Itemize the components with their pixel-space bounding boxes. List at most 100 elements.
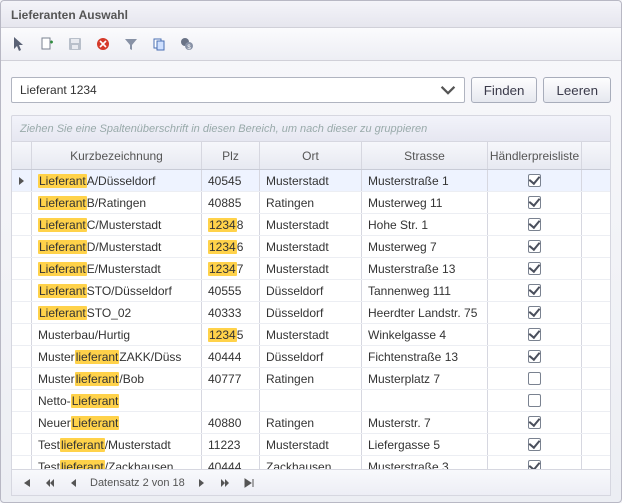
pager-last-icon[interactable] — [241, 475, 257, 491]
table-row[interactable]: Lieferant D/Musterstadt12346MusterstadtM… — [12, 236, 610, 258]
checkbox-icon[interactable] — [528, 262, 541, 275]
pager-text: Datensatz 2 von 18 — [90, 477, 185, 489]
cell-str: Tannenweg 111 — [362, 280, 488, 301]
checkbox-icon[interactable] — [528, 350, 541, 363]
cell-hp[interactable] — [488, 236, 582, 257]
find-button[interactable]: Finden — [471, 77, 538, 103]
col-header-plz[interactable]: Plz — [202, 142, 260, 169]
checkbox-icon[interactable] — [528, 218, 541, 231]
cell-ort: Ratingen — [260, 412, 362, 433]
toolbar: $ — [1, 28, 621, 61]
cell-plz: 40444 — [202, 346, 260, 367]
table-row[interactable]: Testlieferant/Zackhausen40444ZackhausenM… — [12, 456, 610, 469]
cell-ort: Düsseldorf — [260, 346, 362, 367]
checkbox-icon[interactable] — [528, 328, 541, 341]
cell-ort: Musterstadt — [260, 214, 362, 235]
cell-hp[interactable] — [488, 390, 582, 411]
col-header-hp[interactable]: Händlerpreisliste — [488, 142, 582, 169]
window-title: Lieferanten Auswahl — [1, 1, 621, 28]
cell-hp[interactable] — [488, 346, 582, 367]
cell-plz: 40885 — [202, 192, 260, 213]
cell-hp[interactable] — [488, 456, 582, 469]
row-indicator — [12, 346, 32, 367]
cell-plz: 12347 — [202, 258, 260, 279]
filter-icon[interactable] — [119, 32, 143, 56]
pointer-icon[interactable] — [7, 32, 31, 56]
checkbox-icon[interactable] — [528, 240, 541, 253]
cell-pad — [582, 192, 610, 213]
cell-ort: Ratingen — [260, 192, 362, 213]
cell-hp[interactable] — [488, 434, 582, 455]
pager-next-icon[interactable] — [193, 475, 209, 491]
cell-name: Neuer Lieferant — [32, 412, 202, 433]
table-row[interactable]: Musterlieferant/Bob40777RatingenMusterpl… — [12, 368, 610, 390]
cell-hp[interactable] — [488, 170, 582, 191]
grid-body[interactable]: Lieferant A/Düsseldorf40545MusterstadtMu… — [12, 170, 610, 469]
checkbox-icon[interactable] — [528, 196, 541, 209]
cell-hp[interactable] — [488, 258, 582, 279]
cell-hp[interactable] — [488, 280, 582, 301]
new-icon[interactable] — [35, 32, 59, 56]
table-row[interactable]: Lieferant C/Musterstadt12348MusterstadtH… — [12, 214, 610, 236]
checkbox-icon[interactable] — [528, 394, 541, 407]
checkbox-icon[interactable] — [528, 174, 541, 187]
cell-hp[interactable] — [488, 324, 582, 345]
search-input[interactable]: Lieferant 1234 — [11, 77, 465, 103]
cell-name: Testlieferant/Zackhausen — [32, 456, 202, 469]
checkbox-icon[interactable] — [528, 306, 541, 319]
pager-prevpage-icon[interactable] — [42, 475, 58, 491]
cell-name: Lieferant STO_02 — [32, 302, 202, 323]
checkbox-icon[interactable] — [528, 416, 541, 429]
search-value: Lieferant 1234 — [20, 83, 97, 97]
delete-icon[interactable] — [91, 32, 115, 56]
group-panel[interactable]: Ziehen Sie eine Spaltenüberschrift in di… — [11, 115, 611, 141]
row-indicator — [12, 258, 32, 279]
chevron-down-icon[interactable] — [440, 82, 456, 98]
cell-pad — [582, 236, 610, 257]
pager-prev-icon[interactable] — [66, 475, 82, 491]
col-header-name[interactable]: Kurzbezeichnung — [32, 142, 202, 169]
checkbox-icon[interactable] — [528, 284, 541, 297]
cell-plz: 40444 — [202, 456, 260, 469]
checkbox-icon[interactable] — [528, 460, 541, 469]
col-header-str[interactable]: Strasse — [362, 142, 488, 169]
currency-icon[interactable]: $ — [175, 32, 199, 56]
table-row[interactable]: Testlieferant/Musterstadt11223Musterstad… — [12, 434, 610, 456]
col-header-ort[interactable]: Ort — [260, 142, 362, 169]
cell-hp[interactable] — [488, 368, 582, 389]
checkbox-icon[interactable] — [528, 372, 541, 385]
cell-plz: 40777 — [202, 368, 260, 389]
col-header-pad — [582, 142, 610, 169]
row-indicator — [12, 302, 32, 323]
table-row[interactable]: Musterlieferant ZAKK/Düss40444Düsseldorf… — [12, 346, 610, 368]
table-row[interactable]: Lieferant STO/Düsseldorf40555DüsseldorfT… — [12, 280, 610, 302]
copy-icon[interactable] — [147, 32, 171, 56]
checkbox-icon[interactable] — [528, 438, 541, 451]
cell-plz: 40880 — [202, 412, 260, 433]
table-row[interactable]: Lieferant STO_0240333DüsseldorfHeerdter … — [12, 302, 610, 324]
cell-hp[interactable] — [488, 192, 582, 213]
table-row[interactable]: Neuer Lieferant40880RatingenMusterstr. 7 — [12, 412, 610, 434]
pager-nextpage-icon[interactable] — [217, 475, 233, 491]
row-indicator — [12, 434, 32, 455]
table-row[interactable]: Musterbau/Hurtig12345MusterstadtWinkelga… — [12, 324, 610, 346]
cell-name: Lieferant A/Düsseldorf — [32, 170, 202, 191]
table-row[interactable]: Lieferant A/Düsseldorf40545MusterstadtMu… — [12, 170, 610, 192]
row-indicator — [12, 170, 32, 191]
cell-str: Hohe Str. 1 — [362, 214, 488, 235]
save-icon[interactable] — [63, 32, 87, 56]
cell-ort: Musterstadt — [260, 236, 362, 257]
clear-button[interactable]: Leeren — [543, 77, 611, 103]
cell-hp[interactable] — [488, 214, 582, 235]
cell-hp[interactable] — [488, 302, 582, 323]
search-row: Lieferant 1234 Finden Leeren — [11, 77, 611, 103]
row-indicator — [12, 368, 32, 389]
table-row[interactable]: Lieferant E/Musterstadt12347MusterstadtM… — [12, 258, 610, 280]
cell-ort: Düsseldorf — [260, 280, 362, 301]
table-row[interactable]: Lieferant B/Ratingen40885RatingenMusterw… — [12, 192, 610, 214]
cell-str: Liefergasse 5 — [362, 434, 488, 455]
pager-first-icon[interactable] — [18, 475, 34, 491]
table-row[interactable]: Netto-Lieferant — [12, 390, 610, 412]
cell-name: Lieferant D/Musterstadt — [32, 236, 202, 257]
cell-hp[interactable] — [488, 412, 582, 433]
